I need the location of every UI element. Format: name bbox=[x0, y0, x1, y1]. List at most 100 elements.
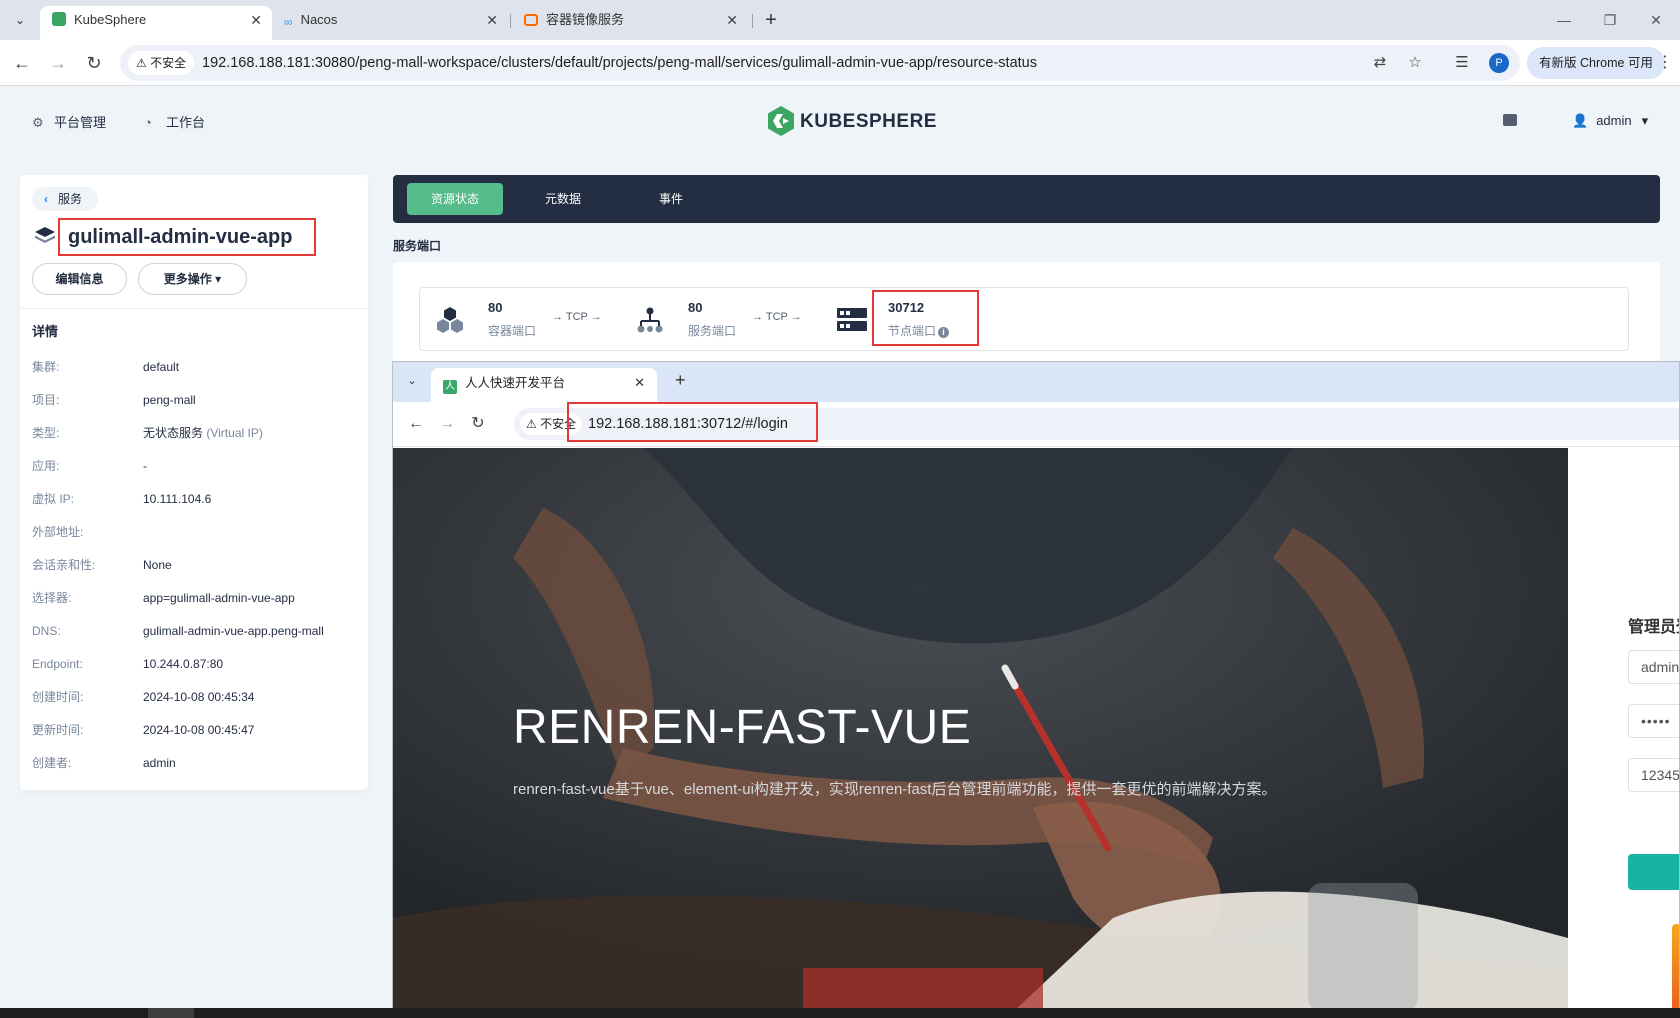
captcha-input[interactable]: 12345 bbox=[1628, 758, 1679, 792]
reload-icon[interactable]: ↻ bbox=[81, 50, 107, 76]
hero-title: RENREN-FAST-VUE bbox=[513, 701, 972, 754]
minimize-icon[interactable]: — bbox=[1546, 8, 1582, 32]
detail-row-updated-time: 更新时间: 2024-10-08 00:45:47 bbox=[32, 720, 362, 740]
popup-tab-strip: ⌄ 人人人快速开发平台 ✕ + bbox=[393, 362, 1679, 402]
platform-management-link[interactable]: ⚙ 平台管理 bbox=[32, 112, 106, 131]
service-stack-icon bbox=[35, 227, 55, 243]
platform-label: 平台管理 bbox=[54, 115, 107, 130]
detail-value: peng-mall bbox=[143, 393, 196, 407]
os-taskbar bbox=[0, 1008, 1680, 1018]
gear-icon: ⚙ bbox=[32, 115, 44, 130]
detail-value: admin bbox=[143, 756, 176, 770]
service-name-highlight: gulimall-admin-vue-app bbox=[58, 218, 316, 256]
back-arrow-icon[interactable]: ← bbox=[9, 50, 35, 76]
url-text[interactable]: 192.168.188.181:30880/peng-mall-workspac… bbox=[202, 45, 1037, 81]
close-icon[interactable]: ✕ bbox=[250, 6, 262, 34]
logo-text: KUBESPHERE bbox=[800, 111, 937, 132]
detail-row-selector: 选择器: app=gulimall-admin-vue-app bbox=[32, 588, 362, 608]
chrome-update-button[interactable]: 有新版 Chrome 可用 bbox=[1527, 47, 1665, 79]
forward-arrow-icon[interactable]: → bbox=[45, 50, 71, 76]
chevron-left-icon: ‹ bbox=[44, 192, 48, 206]
tab-search-chevron-icon[interactable]: ⌄ bbox=[8, 8, 32, 32]
detail-row-endpoint: Endpoint: 10.244.0.87:80 bbox=[32, 654, 362, 674]
browser-tab-nacos[interactable]: ∞ Nacos ✕ bbox=[272, 6, 508, 40]
divider bbox=[20, 308, 368, 309]
back-to-services-button[interactable]: ‹ 服务 bbox=[32, 187, 99, 211]
detail-value: 2024-10-08 00:45:47 bbox=[143, 723, 255, 737]
detail-key: 创建者: bbox=[32, 756, 72, 770]
tab-title: KubeSphere bbox=[74, 12, 147, 27]
address-bar[interactable]: ⚠ 不安全 192.168.188.181:30880/peng-mall-wo… bbox=[120, 45, 1520, 81]
browser-toolbar: ← → ↻ ⚠ 不安全 192.168.188.181:30880/peng-m… bbox=[0, 40, 1680, 86]
close-icon[interactable]: ✕ bbox=[726, 6, 738, 34]
warning-icon: ⚠ bbox=[526, 417, 541, 431]
security-chip[interactable]: ⚠ 不安全 bbox=[128, 51, 195, 75]
tab-metadata[interactable]: 元数据 bbox=[515, 183, 611, 215]
tab-events[interactable]: 事件 bbox=[623, 183, 719, 215]
translate-icon[interactable]: ⇄ bbox=[1370, 53, 1390, 73]
more-actions-button[interactable]: 更多操作 ▾ bbox=[138, 263, 247, 295]
renren-favicon-icon: 人 bbox=[443, 380, 457, 394]
browser-tab-kubesphere[interactable]: KubeSphere ✕ bbox=[40, 6, 272, 40]
reload-icon[interactable]: ↻ bbox=[467, 413, 489, 435]
tab-separator bbox=[752, 14, 753, 28]
user-menu[interactable]: 👤 admin ▾ bbox=[1572, 113, 1648, 129]
tab-title: 容器镜像服务 bbox=[546, 12, 625, 27]
service-name: gulimall-admin-vue-app bbox=[68, 226, 293, 248]
username-input[interactable]: admin bbox=[1628, 650, 1679, 684]
browser-tab-container-registry[interactable]: 容器镜像服务 ✕ bbox=[512, 6, 748, 40]
tab-resource-status[interactable]: 资源状态 bbox=[407, 183, 503, 215]
service-port-value: 80 bbox=[688, 300, 703, 315]
detail-value: None bbox=[143, 558, 172, 572]
popup-tab-title: 人人快速开发平台 bbox=[465, 376, 566, 390]
kubesphere-header: ⚙ 平台管理 ◔ 工作台 KUBESPHERE 👤 admin ▾ bbox=[0, 86, 1680, 156]
close-icon[interactable]: ✕ bbox=[486, 6, 498, 34]
warning-icon: ⚠ bbox=[136, 56, 151, 70]
bookmark-star-icon[interactable]: ☆ bbox=[1405, 53, 1425, 73]
detail-key: 会话亲和性: bbox=[32, 558, 96, 572]
login-hero: RENREN-FAST-VUE renren-fast-vue基于vue、ele… bbox=[393, 448, 1568, 1010]
detail-key: 类型: bbox=[32, 426, 60, 440]
window-close-icon[interactable]: ✕ bbox=[1638, 8, 1674, 32]
detail-value: - bbox=[143, 459, 147, 473]
popup-url-highlight bbox=[567, 402, 818, 442]
detail-key: DNS: bbox=[32, 624, 61, 638]
login-button[interactable] bbox=[1628, 854, 1679, 890]
new-tab-plus-icon[interactable]: + bbox=[758, 8, 784, 34]
node-port-highlight bbox=[872, 290, 979, 346]
detail-value: 10.111.104.6 bbox=[143, 492, 212, 506]
service-ports-title: 服务端口 bbox=[393, 239, 442, 253]
caret-down-icon: ▾ bbox=[215, 272, 222, 286]
type-extra: (Virtual IP) bbox=[206, 426, 263, 440]
detail-row-app: 应用: - bbox=[32, 456, 362, 476]
detail-value: 无状态服务 (Virtual IP) bbox=[143, 423, 263, 443]
profile-avatar[interactable]: P bbox=[1489, 53, 1509, 73]
detail-key: 创建时间: bbox=[32, 690, 84, 704]
documentation-icon[interactable] bbox=[1503, 114, 1517, 126]
taskbar-active-item[interactable] bbox=[148, 1008, 194, 1018]
user-icon: 👤 bbox=[1572, 113, 1589, 128]
restore-icon[interactable]: ❐ bbox=[1592, 8, 1628, 32]
detail-row-virtual-ip: 虚拟 IP: 10.111.104.6 bbox=[32, 489, 362, 509]
detail-key: 虚拟 IP: bbox=[32, 492, 75, 506]
edit-info-button[interactable]: 编辑信息 bbox=[32, 263, 127, 295]
service-detail-card: ‹ 服务 gulimall-admin-vue-app 编辑信息 更多操作 ▾ 详… bbox=[20, 175, 368, 790]
password-input[interactable]: ••••• bbox=[1628, 704, 1679, 738]
popup-tab-renren[interactable]: 人人人快速开发平台 ✕ bbox=[431, 368, 657, 402]
scroll-indicator[interactable] bbox=[1672, 924, 1679, 1010]
tab-search-chevron-icon[interactable]: ⌄ bbox=[401, 370, 423, 392]
container-hexagons-icon bbox=[437, 307, 463, 333]
forward-arrow-icon[interactable]: → bbox=[436, 413, 458, 435]
detail-key: 外部地址: bbox=[32, 525, 84, 539]
close-icon[interactable]: ✕ bbox=[634, 368, 645, 398]
media-queue-icon[interactable]: ☰ bbox=[1452, 53, 1472, 73]
detail-key: 更新时间: bbox=[32, 723, 84, 737]
tab-title: Nacos bbox=[300, 12, 338, 27]
back-arrow-icon[interactable]: ← bbox=[405, 413, 427, 435]
type-value: 无状态服务 bbox=[143, 426, 204, 440]
details-title: 详情 bbox=[32, 324, 59, 339]
browser-tab-strip: ⌄ KubeSphere ✕ ∞ Nacos ✕ 容器镜像服务 ✕ + — ❐ ✕ bbox=[0, 0, 1680, 40]
new-tab-plus-icon[interactable]: + bbox=[675, 370, 686, 391]
chrome-menu-icon[interactable]: ⋮ bbox=[1657, 52, 1673, 72]
workbench-link[interactable]: ◔ 工作台 bbox=[144, 112, 205, 131]
